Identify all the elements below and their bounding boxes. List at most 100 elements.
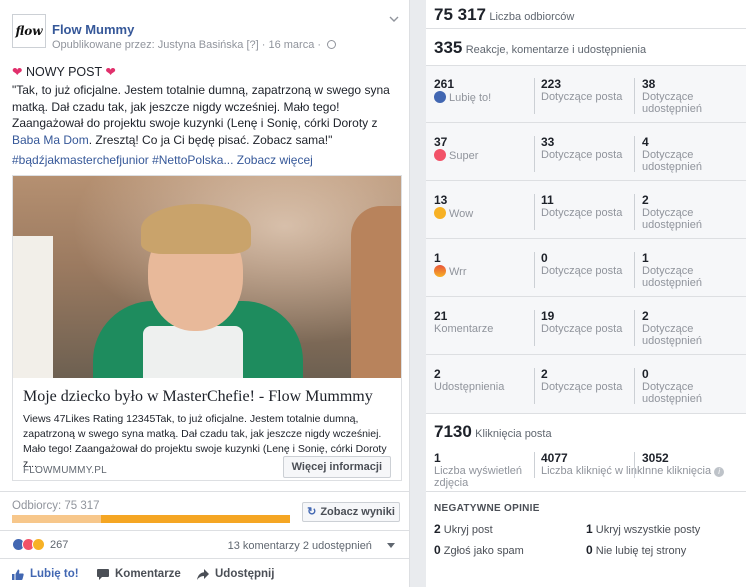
engagement-on-shares: 0	[642, 367, 649, 381]
comment-button[interactable]: Komentarze	[97, 568, 181, 580]
engagement-type-label: Wow	[449, 208, 474, 220]
hide-all-label: Ukryj wszystkie posty	[595, 524, 701, 536]
comments-count-link[interactable]: 13 komentarzy	[228, 540, 300, 552]
link-preview-title[interactable]: Moje dziecko było w MasterChefie! - Flow…	[23, 388, 373, 406]
engagement-on-post-cell: 223 Dotyczące posta	[541, 77, 622, 103]
engagement-total-cell: 261 Lubię to!	[434, 77, 491, 104]
globe-icon	[327, 40, 337, 49]
column-divider	[534, 78, 535, 114]
engagement-type-label: Super	[449, 150, 479, 162]
like-button[interactable]: Lubię to!	[12, 568, 79, 580]
divider	[426, 491, 746, 492]
on-post-label: Dotyczące posta	[541, 149, 623, 161]
engagement-total: 37	[434, 135, 448, 149]
column-divider	[634, 452, 635, 478]
engagement-on-shares-cell: 1 Dotyczące udostępnień	[642, 251, 742, 289]
reaction-summary[interactable]: 267	[12, 538, 68, 551]
engagement-value: 335	[434, 38, 463, 57]
link-clicks-label: Liczba kliknięć w link	[541, 465, 643, 477]
on-shares-label: Dotyczące udostępnień	[642, 149, 702, 173]
engagement-on-post-cell: 11 Dotyczące posta	[541, 193, 622, 219]
unlike-label: Nie lubię tej strony	[595, 545, 687, 557]
column-divider	[634, 252, 635, 288]
clicks-summary: 7130 Kliknięcia posta	[434, 422, 552, 442]
love-icon	[434, 149, 446, 161]
wow-icon	[434, 207, 446, 219]
post-meta: Opublikowane przez: Justyna Basińska [?]…	[52, 39, 337, 51]
engagement-type-label: Komentarze	[434, 323, 494, 335]
on-post-label: Dotyczące posta	[541, 207, 623, 219]
link-preview-card[interactable]: Moje dziecko było w MasterChefie! - Flow…	[12, 175, 402, 481]
page-name-link[interactable]: Flow Mummy	[52, 22, 134, 37]
comment-button-label: Komentarze	[115, 568, 181, 580]
divider	[426, 122, 746, 123]
hide-post-label: Ukryj post	[443, 524, 493, 536]
chevron-down-icon[interactable]	[389, 16, 399, 22]
engagement-on-shares-cell: 38 Dotyczące udostępnień	[642, 77, 742, 115]
engagement-on-shares: 4	[642, 135, 649, 149]
on-post-label: Dotyczące posta	[541, 381, 623, 393]
page-avatar[interactable]: flow	[12, 14, 46, 48]
unlike-stat: 0 Nie lubię tej strony	[586, 543, 686, 557]
reach-bar	[12, 515, 290, 523]
info-icon[interactable]: i	[714, 467, 725, 477]
column-divider	[534, 310, 535, 346]
engagement-on-post-cell: 19 Dotyczące posta	[541, 309, 622, 335]
engagement-on-post: 19	[541, 309, 555, 323]
divider	[426, 180, 746, 181]
other-clicks-value: 3052	[642, 451, 669, 465]
engagement-total: 261	[434, 77, 455, 91]
engagement-on-shares: 1	[642, 251, 649, 265]
clicks-label: Kliknięcia posta	[475, 428, 552, 440]
see-more-link[interactable]: ... Zobacz więcej	[223, 153, 312, 167]
comments-shares-summary: 13 komentarzy 2 udostępnień	[228, 540, 395, 552]
divider	[426, 413, 746, 414]
caret-down-icon[interactable]	[387, 543, 395, 548]
more-info-button[interactable]: Więcej informacji	[282, 456, 391, 478]
post-card: flow Flow Mummy Opublikowane przez: Just…	[0, 0, 410, 587]
column-divider	[534, 194, 535, 230]
share-button[interactable]: Udostępnij	[197, 568, 274, 580]
divider	[0, 530, 410, 531]
divider	[426, 296, 746, 297]
on-shares-label: Dotyczące udostępnień	[642, 323, 702, 347]
divider	[426, 65, 746, 66]
heart-icon: ❤	[105, 65, 116, 79]
column-divider	[634, 136, 635, 172]
link-clicks-value: 4077	[541, 451, 568, 465]
engagement-on-shares: 38	[642, 77, 656, 91]
angry-icon	[434, 265, 446, 277]
link-preview-domain: FLOWMUMMY.PL	[23, 465, 107, 476]
hide-post-stat: 2 Ukryj post	[434, 522, 493, 536]
post-insights-panel: 75 317 Liczba odbiorców 335 Reakcje, kom…	[426, 0, 746, 587]
post-date[interactable]: · 16 marca ·	[262, 39, 321, 51]
post-header: flow Flow Mummy Opublikowane przez: Just…	[0, 0, 409, 56]
share-icon	[197, 568, 209, 580]
divider	[426, 354, 746, 355]
reaction-count: 267	[50, 538, 69, 551]
hide-post-value: 2	[434, 522, 441, 536]
engagement-total: 2	[434, 367, 441, 381]
reach-bar-organic	[12, 515, 101, 523]
link-preview-image[interactable]	[13, 176, 401, 378]
see-results-button[interactable]: ↻ Zobacz wyniki	[302, 502, 400, 522]
post-body-text: . Zresztą! Co ja Ci będę pisać. Zobacz s…	[88, 132, 333, 147]
engagement-on-post-cell: 2 Dotyczące posta	[541, 367, 622, 393]
column-divider	[634, 78, 635, 114]
reach-summary: 75 317 Liczba odbiorców	[434, 5, 574, 25]
shares-count-link[interactable]: 2 udostępnień	[303, 540, 372, 552]
link-clicks-cell: 4077 Liczba kliknięć w link	[541, 451, 642, 477]
post-body: "Tak, to już oficjalne. Jestem totalnie …	[12, 82, 398, 148]
engagement-total-cell: 13 Wow	[434, 193, 473, 220]
baba-ma-dom-link[interactable]: Baba Ma Dom	[12, 133, 89, 147]
engagement-on-post: 11	[541, 193, 554, 207]
post-actions: Lubię to! Komentarze Udostępnij	[0, 562, 410, 587]
on-post-label: Dotyczące posta	[541, 265, 623, 277]
published-by[interactable]: Opublikowane przez: Justyna Basińska	[52, 39, 243, 51]
engagement-on-shares-cell: 2 Dotyczące udostępnień	[642, 309, 742, 347]
engagement-on-post: 0	[541, 251, 548, 265]
post-heading: ❤ NOWY POST ❤	[12, 64, 116, 79]
hashtag-links[interactable]: #bądźjakmasterchefjunior #NettoPolska	[12, 153, 223, 167]
engagement-summary: 335 Reakcje, komentarze i udostępnienia	[434, 38, 646, 58]
like-button-label: Lubię to!	[30, 568, 79, 580]
